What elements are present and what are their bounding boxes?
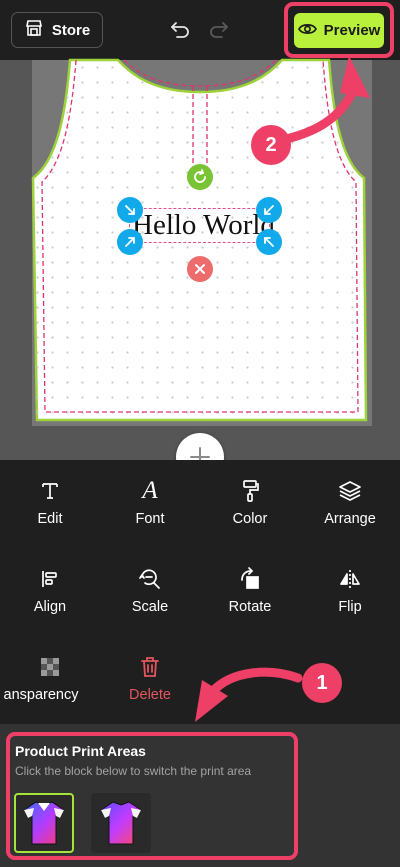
shirt-thumbnail-icon (23, 801, 65, 845)
print-area-thumb-front[interactable] (14, 793, 74, 853)
print-area-thumb-back[interactable] (91, 793, 151, 853)
app: Store Preview Hello World 2 Edit A Font … (0, 0, 400, 867)
print-areas-subtitle: Click the block below to switch the prin… (15, 764, 252, 778)
step-badge-1: 1 (302, 663, 342, 703)
print-areas-title: Product Print Areas (15, 743, 146, 759)
shirt-thumbnail-icon (100, 801, 142, 845)
